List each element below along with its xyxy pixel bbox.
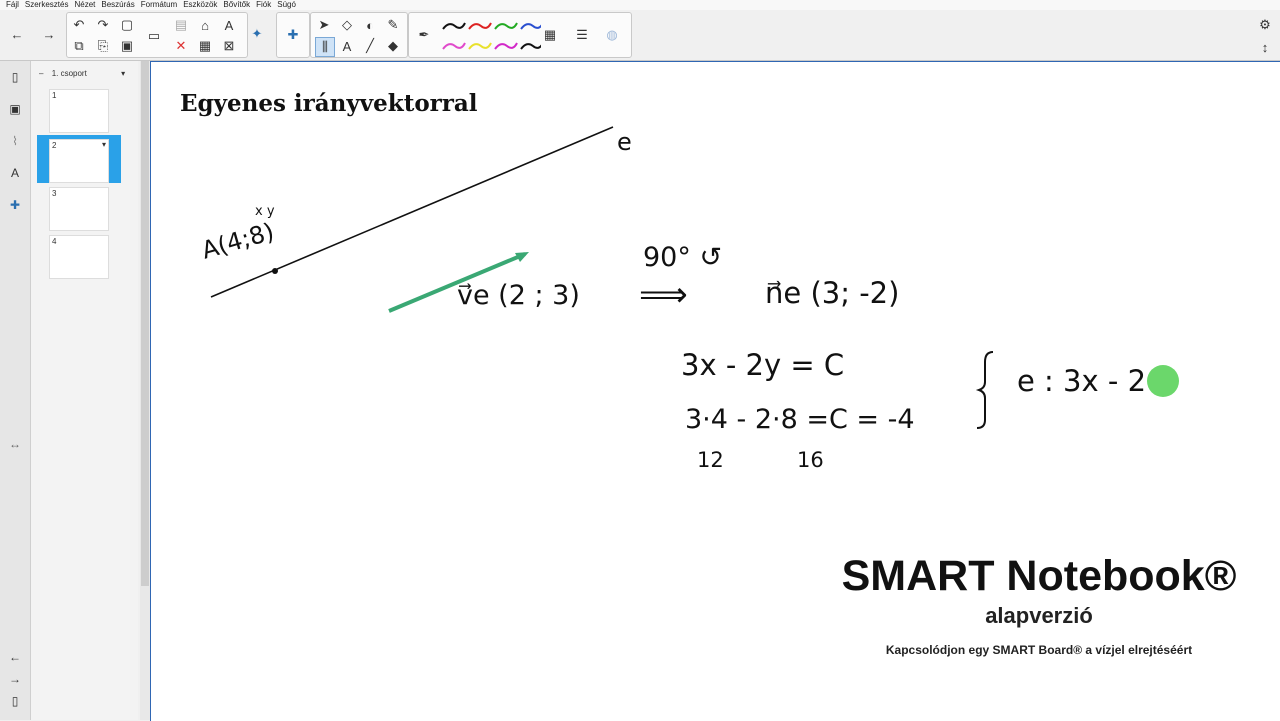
watermark: SMART Notebook® alapverzió Kapcsolódjon … — [819, 552, 1259, 657]
menu-item[interactable]: Eszközök — [183, 0, 217, 10]
sorter-scrollbar[interactable] — [140, 61, 150, 720]
redo-icon[interactable]: ↷ — [94, 16, 112, 34]
properties-icon[interactable]: A — [5, 163, 25, 183]
table-icon[interactable]: ▦ — [196, 37, 214, 55]
menu-item[interactable]: Súgó — [277, 0, 296, 10]
page-number: 2 — [52, 141, 57, 150]
brand-note: Kapcsolódjon egy SMART Board® a vízjel e… — [885, 643, 1193, 657]
expand-icon[interactable]: ↕ — [1256, 38, 1274, 56]
page-menu-icon[interactable]: ▾ — [102, 140, 106, 149]
line-style-icon[interactable]: ☰ — [573, 26, 591, 44]
page-thumbnail-selected[interactable]: 2 ▾ — [49, 139, 109, 183]
resize-icon[interactable]: ↔ — [5, 434, 25, 454]
page-thumbnail[interactable]: 4 — [49, 235, 109, 279]
calc-16: 16 — [797, 448, 824, 472]
group-dropdown-icon[interactable]: ▾ — [121, 69, 125, 78]
result-equation: e : 3x - 2 — [1017, 364, 1147, 398]
new-page-icon[interactable]: ▢ — [118, 16, 136, 34]
transparency-icon[interactable]: ◍ — [603, 26, 621, 44]
pen-tools-icon[interactable]: ⫼ — [315, 37, 335, 57]
screen-icon[interactable]: ⌂ — [196, 16, 214, 34]
equation-general: 3x - 2y = C — [681, 348, 845, 382]
equation-substituted: 3·4 - 2·8 =C = -4 — [685, 404, 915, 435]
puzzle-icon[interactable]: ✚ — [284, 26, 302, 44]
line-label: e — [617, 128, 632, 156]
notebook-page[interactable]: Egyenes irányvektorral e x y A(4;8) v⃗e … — [150, 61, 1280, 721]
color-picker-icon[interactable]: ▦ — [541, 26, 559, 44]
pointer-dot — [1147, 365, 1179, 397]
page-number: 3 — [52, 189, 57, 198]
group-label: 1. csoport — [51, 69, 87, 78]
page-thumbnail[interactable]: 1 — [49, 89, 109, 133]
addons-panel-icon[interactable]: ✚ — [5, 195, 25, 215]
shapes-icon[interactable]: ◇ — [338, 16, 356, 34]
scroll-thumb[interactable] — [141, 61, 149, 586]
menu-item[interactable]: Nézet — [74, 0, 95, 10]
paste-icon[interactable]: ⎘ — [94, 37, 112, 55]
prev-page-icon[interactable]: ← — [5, 647, 25, 667]
spell-icon[interactable]: A — [220, 16, 238, 34]
gallery-icon[interactable]: ▣ — [5, 99, 25, 119]
implies-arrow: ⟹ — [639, 275, 688, 315]
edit-tools-group: ↶ ↷ ▢ ⧉ ⎘ ▣ ▭ ▤ ⌂ A ✕ ▦ ⊠ — [66, 12, 248, 58]
magic-pen-icon[interactable]: ✎ — [384, 16, 402, 34]
select-icon[interactable]: ➤ — [315, 16, 333, 34]
clear-icon[interactable]: ▤ — [172, 16, 190, 34]
attachments-icon[interactable]: ⌇ — [5, 131, 25, 151]
pen-icon[interactable]: ✒ — [415, 26, 433, 44]
pen-color-swatches[interactable] — [441, 17, 541, 55]
menu-item[interactable]: Bővítők — [223, 0, 250, 10]
fill-icon[interactable]: ◐ — [361, 16, 379, 34]
display-icon[interactable]: ▭ — [145, 27, 163, 45]
menu-item[interactable]: Beszúrás — [101, 0, 134, 10]
toolbar: ← → ↶ ↷ ▢ ⧉ ⎘ ▣ ▭ ▤ ⌂ A ✕ ▦ ⊠ ✦ ✚ ➤ ◇ ◐ … — [0, 10, 1280, 61]
point-xy-label: x y — [255, 204, 275, 219]
page-number: 4 — [52, 237, 57, 246]
point-a — [272, 268, 278, 274]
addons-icon[interactable]: ✦ — [248, 25, 266, 43]
copy-icon[interactable]: ⧉ — [70, 37, 88, 55]
normal-vector-label: n⃗e (3; -2) — [765, 276, 900, 310]
save-icon[interactable]: ▣ — [118, 37, 136, 55]
menu-item[interactable]: Szerkesztés — [25, 0, 69, 10]
gear-icon[interactable]: ⚙ — [1256, 16, 1274, 34]
page-sorter-icon[interactable]: ▯ — [5, 67, 25, 87]
eraser-icon[interactable]: ◆ — [384, 37, 402, 55]
brand-subtitle: alapverzió — [985, 603, 1093, 628]
menu-item[interactable]: Fiók — [256, 0, 271, 10]
line-icon[interactable]: ╱ — [361, 37, 379, 55]
select-tools-group: ➤ ◇ ◐ ✎ ⫼ A ╱ ◆ — [310, 12, 408, 58]
brace — [975, 351, 994, 429]
text-icon[interactable]: A — [338, 37, 356, 55]
menu-item[interactable]: Fájl — [6, 0, 19, 10]
page-thumbnail[interactable]: 3 — [49, 187, 109, 231]
response-group: ✚ — [276, 12, 310, 58]
screen-shade-icon[interactable]: ⊠ — [220, 37, 238, 55]
page-sorter: – 1. csoport ▾ 1 2 ▾ 3 4 — [31, 61, 138, 720]
next-page-icon[interactable]: → — [5, 669, 25, 689]
direction-vector-label: v⃗e (2 ; 3) — [457, 280, 580, 311]
forward-icon[interactable]: → — [40, 25, 58, 43]
rotation-label: 90° ↺ — [643, 242, 723, 273]
collapse-icon[interactable]: – — [39, 69, 43, 78]
add-page-icon[interactable]: ▯ — [5, 691, 25, 711]
menu-bar: Fájl Szerkesztés Nézet Beszúrás Formátum Eszk… — [0, 0, 1280, 10]
side-tab-strip: ▯ ▣ ⌇ A ✚ ↔ ← → ▯ — [0, 61, 31, 720]
calc-12: 12 — [697, 448, 724, 472]
back-icon[interactable]: ← — [8, 25, 26, 43]
brand-title: SMART Notebook® — [841, 552, 1237, 600]
delete-icon[interactable]: ✕ — [172, 37, 190, 55]
pen-styles-group: ✒ ▦ ☰ ◍ — [408, 12, 632, 58]
group-header[interactable]: – 1. csoport ▾ — [39, 69, 125, 78]
undo-icon[interactable]: ↶ — [70, 16, 88, 34]
page-number: 1 — [52, 91, 57, 100]
menu-item[interactable]: Formátum — [141, 0, 177, 10]
